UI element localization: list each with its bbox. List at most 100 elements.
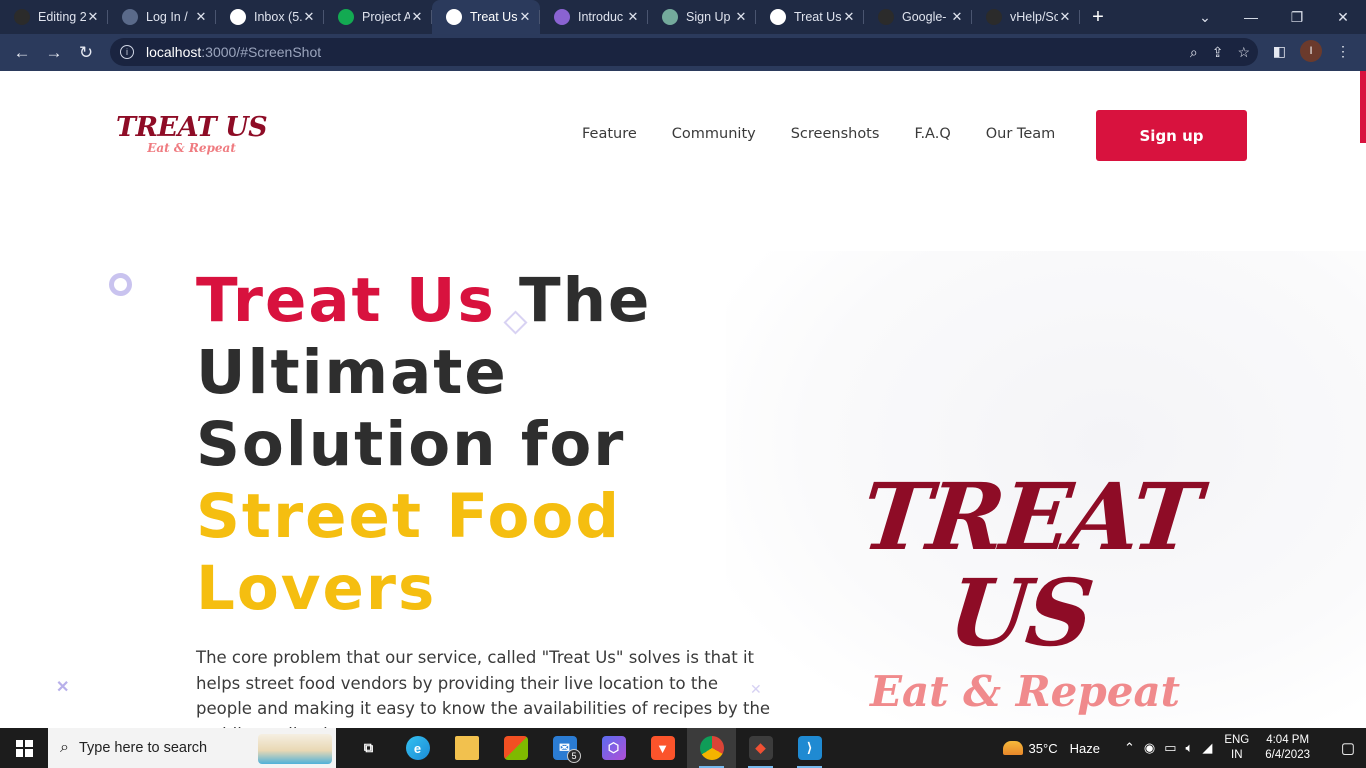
file-explorer-app[interactable] [442,728,491,768]
github-icon [14,9,30,25]
tab-title: Introduc [578,10,624,24]
volume-icon[interactable]: 🔈︎ [1186,740,1194,756]
decorative-ring [109,273,132,296]
store-icon [503,736,528,760]
start-button[interactable] [0,728,48,768]
close-tab-icon[interactable]: ✕ [86,9,100,25]
brave-app[interactable]: ▼ [638,728,687,768]
site-info-icon[interactable]: i [120,45,134,59]
nav-link-f-a-q[interactable]: F.A.Q [914,126,950,142]
store-app[interactable] [491,728,540,768]
signup-button[interactable]: Sign up [1096,110,1247,161]
tray-icons: ⌃ ◉ ▭ 🔈︎ ◢ [1124,740,1212,756]
tab-title: vHelp/Sc [1010,10,1058,24]
browser-tab[interactable]: Editing 2 ✕ [0,0,108,34]
weather-temp: 35°C [1028,740,1058,756]
restore-button[interactable]: ❐ [1274,9,1320,26]
tab-list: Editing 2 ✕ Log In / ✕ Inbox (5. ✕ Project A ✕… [0,0,1080,34]
minimize-button[interactable]: — [1228,9,1274,25]
mail-app[interactable]: ✉ 5 [540,728,589,768]
headline-brand: Treat Us [196,265,496,336]
browser-tab[interactable]: Inbox (5. ✕ [216,0,324,34]
copilot-app[interactable]: ⬡ [589,728,638,768]
new-tab-button[interactable]: + [1080,6,1116,29]
tab-title: Editing 2 [38,10,86,24]
haze-sun-icon [1002,741,1023,755]
bookmark-star-icon[interactable]: ☆ [1237,44,1250,61]
meet-icon[interactable]: ◉ [1144,740,1155,756]
taskbar-search[interactable]: ⌕ Type here to search [48,728,336,768]
spiral-icon [554,9,570,25]
vscode-icon: ⟩ [797,736,822,760]
forward-button[interactable]: → [38,43,70,63]
globe-icon [122,9,138,25]
clock-date: 6/4/2023 [1265,749,1310,761]
window-controls: ⌄ — ❐ ✕ [1182,0,1366,34]
browser-tab[interactable]: Treat Us ✕ [432,0,540,34]
reload-button[interactable]: ↻ [70,43,102,63]
chrome-app[interactable] [687,728,736,768]
task-view-button[interactable]: ⧉ [344,728,393,768]
browser-tab[interactable]: Introduc ✕ [540,0,648,34]
nav-link-our-team[interactable]: Our Team [986,126,1056,142]
browser-tab[interactable]: Google- ✕ [864,0,972,34]
hero-description: The core problem that our service, calle… [196,648,771,728]
chevron-up-icon[interactable]: ⌃ [1124,740,1135,756]
system-tray: 35°C Haze ⌃ ◉ ▭ 🔈︎ ◢ ENG IN 4:04 PM 6/4/… [1002,728,1366,768]
share-icon[interactable]: ⇪ [1212,44,1224,61]
taskbar-apps: ⧉ e ✉ 5 ⬡ ▼ ◆ ⟩ [344,728,834,768]
weather-widget[interactable]: 35°C Haze [1002,740,1100,756]
nav-link-community[interactable]: Community [672,126,756,142]
back-button[interactable]: ← [6,43,38,63]
scrollbar-thumb[interactable] [1360,71,1366,143]
notification-icon[interactable]: ▢ [1330,739,1366,757]
browser-tab[interactable]: Sign Up ✕ [648,0,756,34]
logo-text: TREAT US [116,112,268,143]
browser-tab[interactable]: Treat Us ✕ [756,0,864,34]
nav-link-screenshots[interactable]: Screenshots [791,126,880,142]
address-bar-actions: ⌕ ⇪ ☆ [1190,44,1250,61]
tab-search-icon[interactable]: ⌄ [1182,9,1228,26]
windows-taskbar: ⌕ Type here to search ⧉ e ✉ 5 ⬡ ▼ ◆ ⟩ 35°… [0,728,1366,768]
gmail-icon [230,9,246,25]
battery-icon[interactable]: ▭ [1164,740,1176,756]
task-view-icon: ⧉ [363,740,374,755]
close-tab-icon[interactable]: ✕ [302,9,316,25]
search-placeholder: Type here to search [78,740,208,756]
close-tab-icon[interactable]: ✕ [1058,9,1072,25]
brave-lion-icon: ▼ [650,736,675,760]
tab-title: Log In / [146,10,188,24]
menu-kebab-icon[interactable]: ⋮ [1336,43,1350,60]
logo-tagline: Eat & Repeat [147,141,236,155]
nav-link-feature[interactable]: Feature [582,126,637,142]
close-tab-icon[interactable]: ✕ [410,9,424,25]
edge-app[interactable]: e [393,728,442,768]
clock[interactable]: 4:04 PM 6/4/2023 [1265,733,1310,763]
zoom-icon[interactable]: ⌕ [1190,44,1198,61]
close-tab-icon[interactable]: ✕ [950,9,964,25]
github-icon [986,9,1002,25]
tab-title: Project A [362,10,410,24]
close-window-button[interactable]: ✕ [1320,9,1366,26]
close-tab-icon[interactable]: ✕ [734,9,748,25]
windows-logo-icon [15,739,33,757]
search-icon: ⌕ [60,739,69,756]
side-panel-icon[interactable]: ◧ [1273,43,1286,60]
address-bar[interactable]: i localhost:3000/#ScreenShot ⌕ ⇪ ☆ [110,38,1258,66]
edge-icon: e [405,736,430,760]
page-viewport: TREAT US Eat & Repeat Feature Community Sc… [0,71,1366,728]
close-tab-icon[interactable]: ✕ [626,9,640,25]
vscode-app[interactable]: ⟩ [785,728,834,768]
network-icon[interactable]: ◢ [1202,740,1212,756]
close-tab-icon[interactable]: ✕ [518,9,532,25]
browser-tab[interactable]: vHelp/Sc ✕ [972,0,1080,34]
git-app[interactable]: ◆ [736,728,785,768]
language-indicator[interactable]: ENG IN [1224,733,1249,763]
site-logo[interactable]: TREAT US Eat & Repeat [116,112,268,156]
browser-tab[interactable]: Log In / ✕ [108,0,216,34]
close-tab-icon[interactable]: ✕ [842,9,856,25]
browser-tab[interactable]: Project A ✕ [324,0,432,34]
browser-toolbar: ← → ↻ i localhost:3000/#ScreenShot ⌕ ⇪ ☆… [0,34,1366,71]
profile-avatar[interactable]: I [1300,40,1322,62]
close-tab-icon[interactable]: ✕ [194,9,208,25]
